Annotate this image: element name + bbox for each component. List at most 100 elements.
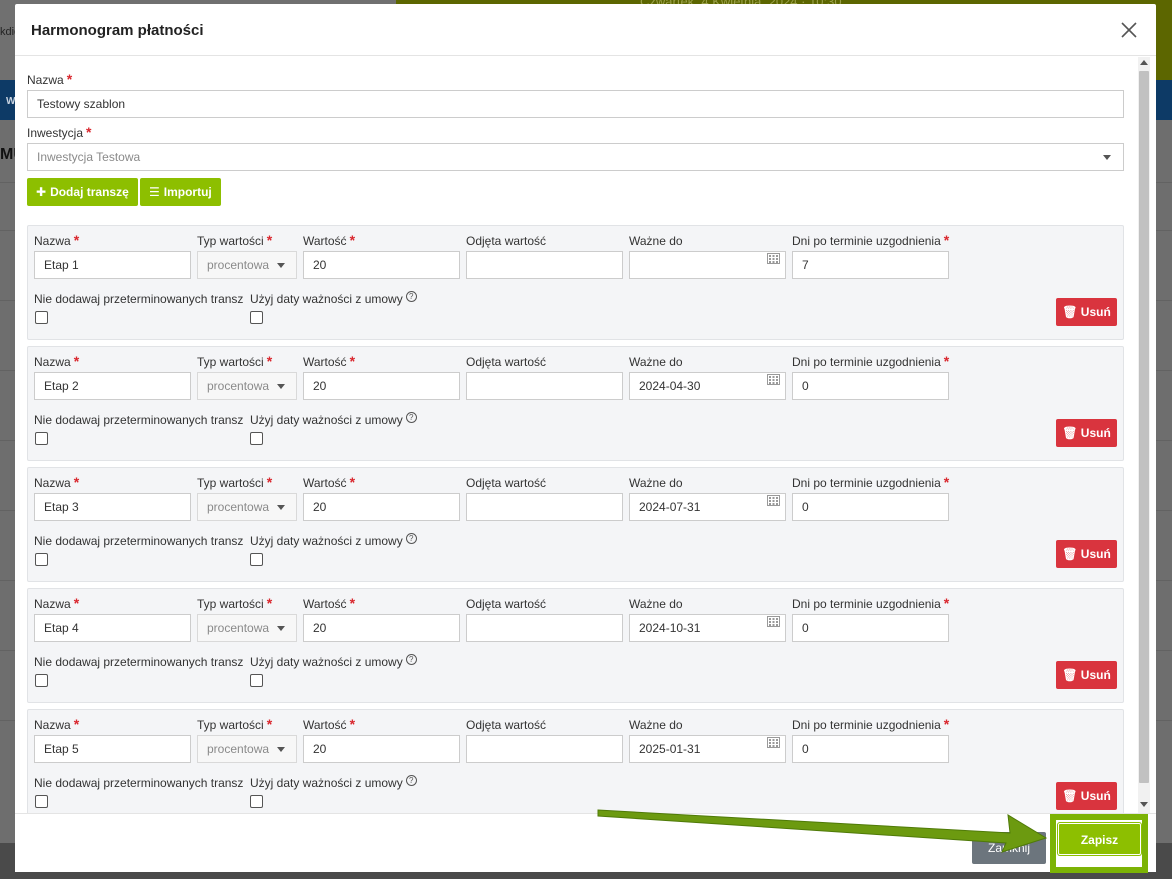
scroll-up-arrow-icon[interactable] bbox=[1140, 60, 1148, 65]
value-input[interactable]: 20 bbox=[303, 372, 460, 400]
days-after-label: Dni po terminie uzgodnienia * bbox=[792, 716, 950, 732]
days-after-input[interactable]: 0 bbox=[792, 735, 949, 763]
valid-until-label: Ważne do bbox=[629, 597, 683, 611]
payment-schedule-modal: Harmonogram płatności Nazwa * Testowy sza… bbox=[15, 4, 1156, 873]
tranche-name-input[interactable]: Etap 4 bbox=[34, 614, 191, 642]
trash-icon: 🗑 bbox=[1062, 668, 1078, 682]
use-contract-date-checkbox[interactable] bbox=[250, 311, 263, 324]
tranche-name-label: Nazwa * bbox=[34, 353, 80, 369]
delete-tranche-button[interactable]: 🗑 Usuń bbox=[1056, 298, 1117, 326]
chevron-down-icon[interactable] bbox=[277, 263, 285, 268]
value-label: Wartość * bbox=[303, 595, 356, 611]
investment-select[interactable]: Inwestycja Testowa bbox=[27, 143, 1124, 171]
deducted-value-input[interactable] bbox=[466, 251, 623, 279]
days-after-label: Dni po terminie uzgodnienia * bbox=[792, 232, 950, 248]
calendar-icon[interactable] bbox=[767, 374, 780, 385]
valid-until-input[interactable]: 2024-04-30 bbox=[629, 372, 786, 400]
use-contract-date-label: Użyj daty ważności z umowy? bbox=[250, 291, 417, 306]
tranche-name-input[interactable]: Etap 3 bbox=[34, 493, 191, 521]
modal-title: Harmonogram płatności bbox=[31, 22, 204, 39]
value-input[interactable]: 20 bbox=[303, 735, 460, 763]
value-label: Wartość * bbox=[303, 232, 356, 248]
add-tranche-button[interactable]: ✚ Dodaj transzę bbox=[27, 178, 138, 206]
deducted-value-input[interactable] bbox=[466, 372, 623, 400]
close-icon[interactable] bbox=[1117, 18, 1141, 42]
chevron-down-icon[interactable] bbox=[277, 747, 285, 752]
scrollbar-thumb[interactable] bbox=[1139, 71, 1149, 783]
help-icon[interactable]: ? bbox=[405, 533, 417, 544]
scroll-down-arrow-icon[interactable] bbox=[1140, 802, 1148, 807]
value-input[interactable]: 20 bbox=[303, 251, 460, 279]
import-button[interactable]: ☰ Importuj bbox=[140, 178, 221, 206]
value-type-label: Typ wartości * bbox=[197, 474, 273, 490]
deducted-value-input[interactable] bbox=[466, 493, 623, 521]
valid-until-input[interactable]: 2025-01-31 bbox=[629, 735, 786, 763]
calendar-icon[interactable] bbox=[767, 616, 780, 627]
name-input[interactable]: Testowy szablon bbox=[27, 90, 1124, 118]
help-icon[interactable]: ? bbox=[405, 291, 417, 302]
deducted-value-input[interactable] bbox=[466, 614, 623, 642]
days-after-label: Dni po terminie uzgodnienia * bbox=[792, 595, 950, 611]
modal-scrollbar[interactable] bbox=[1138, 57, 1150, 813]
save-button[interactable]: Zapisz bbox=[1058, 823, 1141, 855]
use-contract-date-checkbox[interactable] bbox=[250, 432, 263, 445]
days-after-input[interactable]: 0 bbox=[792, 372, 949, 400]
delete-tranche-button[interactable]: 🗑 Usuń bbox=[1056, 419, 1117, 447]
valid-until-input[interactable]: 2024-10-31 bbox=[629, 614, 786, 642]
help-icon[interactable]: ? bbox=[405, 412, 417, 423]
tranche-card: Nazwa * Etap 2 Typ wartości * procentowa W… bbox=[27, 346, 1124, 461]
tranche-name-label: Nazwa * bbox=[34, 232, 80, 248]
days-after-input[interactable]: 0 bbox=[792, 493, 949, 521]
valid-until-label: Ważne do bbox=[629, 476, 683, 490]
no-overdue-label: Nie dodawaj przeterminowanych transz bbox=[34, 534, 244, 548]
help-icon[interactable]: ? bbox=[405, 654, 417, 665]
days-after-input[interactable]: 0 bbox=[792, 614, 949, 642]
tranche-name-input[interactable]: Etap 1 bbox=[34, 251, 191, 279]
chevron-down-icon[interactable] bbox=[1103, 155, 1111, 160]
delete-tranche-button[interactable]: 🗑 Usuń bbox=[1056, 782, 1117, 810]
use-contract-date-label: Użyj daty ważności z umowy? bbox=[250, 775, 417, 790]
tranche-name-input[interactable]: Etap 5 bbox=[34, 735, 191, 763]
use-contract-date-label: Użyj daty ważności z umowy? bbox=[250, 533, 417, 548]
trash-icon: 🗑 bbox=[1062, 547, 1078, 561]
calendar-icon[interactable] bbox=[767, 495, 780, 506]
tranche-name-label: Nazwa * bbox=[34, 474, 80, 490]
no-overdue-checkbox[interactable] bbox=[35, 674, 48, 687]
valid-until-input[interactable]: 2024-07-31 bbox=[629, 493, 786, 521]
close-button[interactable]: Zamknij bbox=[972, 832, 1046, 864]
days-after-label: Dni po terminie uzgodnienia * bbox=[792, 353, 950, 369]
no-overdue-checkbox[interactable] bbox=[35, 795, 48, 808]
use-contract-date-checkbox[interactable] bbox=[250, 795, 263, 808]
delete-tranche-button[interactable]: 🗑 Usuń bbox=[1056, 661, 1117, 689]
value-input[interactable]: 20 bbox=[303, 493, 460, 521]
delete-tranche-button[interactable]: 🗑 Usuń bbox=[1056, 540, 1117, 568]
valid-until-label: Ważne do bbox=[629, 355, 683, 369]
deducted-value-label: Odjęta wartość bbox=[466, 234, 547, 248]
value-label: Wartość * bbox=[303, 474, 356, 490]
value-input[interactable]: 20 bbox=[303, 614, 460, 642]
valid-until-input[interactable] bbox=[629, 251, 786, 279]
use-contract-date-checkbox[interactable] bbox=[250, 674, 263, 687]
tranche-card: Nazwa * Etap 3 Typ wartości * procentowa W… bbox=[27, 467, 1124, 582]
days-after-input[interactable]: 7 bbox=[792, 251, 949, 279]
value-type-label: Typ wartości * bbox=[197, 716, 273, 732]
deducted-value-input[interactable] bbox=[466, 735, 623, 763]
no-overdue-checkbox[interactable] bbox=[35, 553, 48, 566]
use-contract-date-checkbox[interactable] bbox=[250, 553, 263, 566]
no-overdue-checkbox[interactable] bbox=[35, 311, 48, 324]
modal-body: Nazwa * Testowy szablon Inwestycja * Inwes… bbox=[15, 57, 1156, 813]
tranche-name-input[interactable]: Etap 2 bbox=[34, 372, 191, 400]
no-overdue-label: Nie dodawaj przeterminowanych transz bbox=[34, 655, 244, 669]
chevron-down-icon[interactable] bbox=[277, 505, 285, 510]
calendar-icon[interactable] bbox=[767, 253, 780, 264]
name-label: Nazwa * bbox=[27, 71, 73, 87]
no-overdue-checkbox[interactable] bbox=[35, 432, 48, 445]
deducted-value-label: Odjęta wartość bbox=[466, 355, 547, 369]
chevron-down-icon[interactable] bbox=[277, 384, 285, 389]
chevron-down-icon[interactable] bbox=[277, 626, 285, 631]
calendar-icon[interactable] bbox=[767, 737, 780, 748]
no-overdue-label: Nie dodawaj przeterminowanych transz bbox=[34, 413, 244, 427]
modal-footer: Zamknij Zapisz bbox=[15, 813, 1156, 873]
no-overdue-label: Nie dodawaj przeterminowanych transz bbox=[34, 292, 244, 306]
help-icon[interactable]: ? bbox=[405, 775, 417, 786]
